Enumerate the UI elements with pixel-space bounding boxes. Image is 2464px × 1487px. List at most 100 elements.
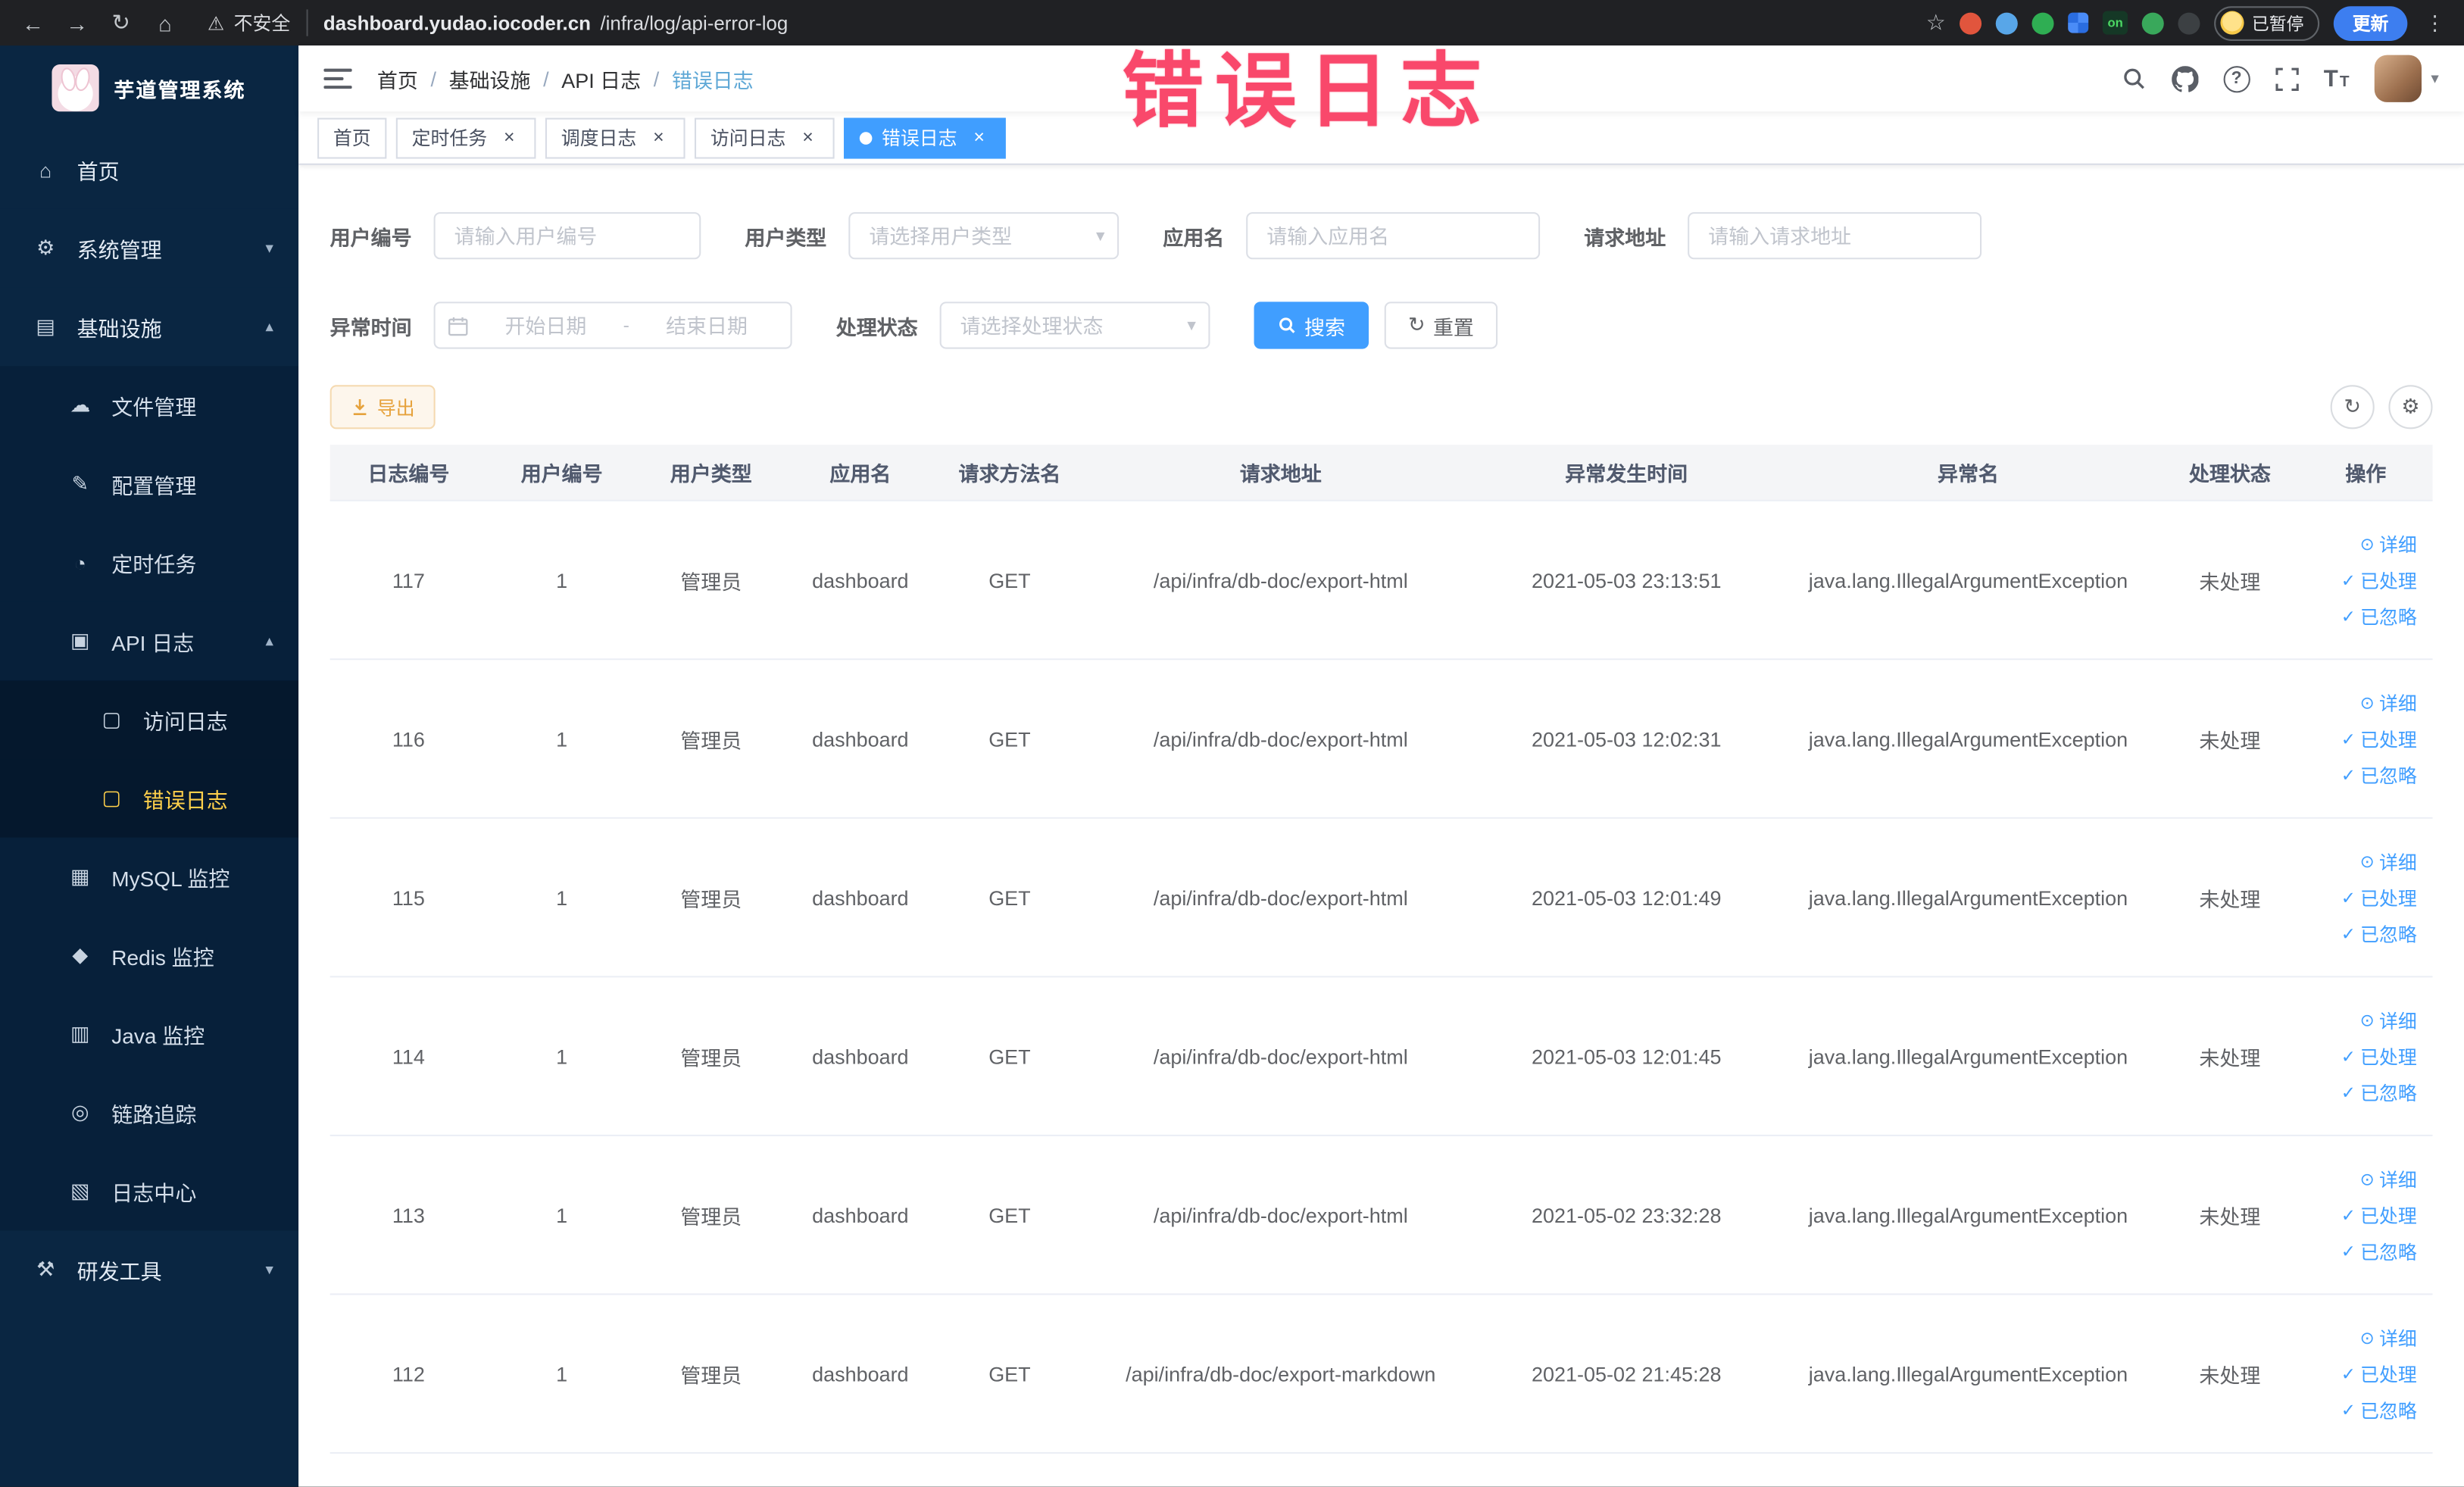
refresh-table-button[interactable]: ↻	[2330, 385, 2375, 430]
sidebar-item-trace[interactable]: ◎ 链路追踪	[0, 1073, 299, 1152]
extensions-menu-icon[interactable]	[2178, 11, 2200, 34]
tab-access-log[interactable]: 访问日志 ×	[695, 117, 835, 158]
mark-processed-link[interactable]: ✓ 已处理	[2341, 1201, 2417, 1228]
sidebar-item-java-monitor[interactable]: ▥ Java 监控	[0, 995, 299, 1073]
mark-processed-link[interactable]: ✓ 已处理	[2341, 725, 2417, 751]
eye-icon: ⊙	[2359, 535, 2375, 555]
tampermonkey-paused-badge[interactable]: 已暂停	[2214, 5, 2320, 40]
mark-ignored-link[interactable]: ✓ 已忽略	[2341, 603, 2417, 629]
error-log-table: 日志编号 用户编号 用户类型 应用名 请求方法名 请求地址 异常发生时间 异常名…	[329, 445, 2433, 1454]
tab-scheduled-tasks[interactable]: 定时任务 ×	[395, 117, 536, 158]
mark-ignored-link[interactable]: ✓ 已忽略	[2341, 1079, 2417, 1105]
detail-link[interactable]: ⊙ 详细	[2360, 689, 2417, 716]
github-icon[interactable]	[2171, 65, 2198, 92]
sidebar-item-api-logs[interactable]: ▣ API 日志 ▴	[0, 601, 299, 681]
extension-icon-blue[interactable]	[1996, 11, 2019, 34]
sidebar-item-home[interactable]: ⌂ 首页	[0, 130, 299, 209]
column-settings-button[interactable]: ⚙	[2388, 385, 2433, 430]
user-type-select-input[interactable]	[848, 212, 1120, 260]
eye-icon: ◎	[71, 1100, 89, 1124]
browser-menu-kebab-icon[interactable]: ⋮	[2422, 10, 2448, 35]
sidebar-toggle-button[interactable]	[323, 66, 352, 91]
close-icon[interactable]: ×	[648, 126, 670, 148]
sidebar-item-scheduled-tasks[interactable]: ◔ 定时任务	[0, 523, 299, 602]
reset-button[interactable]: ↻ 重置	[1384, 301, 1498, 349]
breadcrumb-item-home[interactable]: 首页	[377, 64, 418, 93]
breadcrumb-item-infrastructure[interactable]: 基础设施	[449, 64, 531, 93]
breadcrumb-item-api-logs[interactable]: API 日志	[561, 64, 641, 93]
browser-reload-button[interactable]: ↻	[104, 5, 139, 40]
fullscreen-icon[interactable]	[2275, 67, 2299, 90]
help-icon[interactable]: ?	[2222, 65, 2250, 92]
mark-ignored-link[interactable]: ✓ 已忽略	[2341, 920, 2417, 947]
column-header-actions: 操作	[2345, 461, 2387, 486]
mark-processed-link[interactable]: ✓ 已处理	[2341, 1043, 2417, 1070]
detail-link[interactable]: ⊙ 详细	[2360, 1324, 2417, 1351]
cell-request-url: /api/infra/db-doc/export-html	[1153, 1044, 1408, 1068]
date-range-picker[interactable]: -	[433, 301, 792, 349]
sidebar-item-file-management[interactable]: ☁ 文件管理	[0, 366, 299, 445]
breadcrumb-separator: /	[653, 67, 660, 91]
user-id-input[interactable]	[433, 212, 701, 260]
export-button[interactable]: 导出	[329, 385, 436, 430]
mark-processed-link[interactable]: ✓ 已处理	[2341, 567, 2417, 593]
browser-back-button[interactable]: ←	[16, 5, 51, 40]
sidebar-item-infrastructure[interactable]: ▤ 基础设施 ▴	[0, 287, 299, 367]
app-name-input[interactable]	[1246, 212, 1541, 260]
browser-forward-button[interactable]: →	[60, 5, 95, 40]
breadcrumb-separator: /	[430, 67, 436, 91]
sidebar-item-mysql-monitor[interactable]: ▦ MySQL 监控	[0, 837, 299, 917]
sidebar-item-system-management[interactable]: ⚙ 系统管理 ▾	[0, 208, 299, 288]
app-name-label: 应用名	[1163, 225, 1225, 249]
detail-link[interactable]: ⊙ 详细	[2360, 848, 2417, 874]
search-icon[interactable]	[2121, 66, 2146, 91]
user-type-select[interactable]: ▾	[848, 212, 1120, 260]
address-bar[interactable]: ⚠ 不安全 dashboard.yudao.iocoder.cn/infra/l…	[208, 9, 788, 36]
extension-icon-green[interactable]	[2031, 11, 2054, 34]
mark-ignored-link[interactable]: ✓ 已忽略	[2341, 1238, 2417, 1264]
close-icon[interactable]: ×	[797, 126, 819, 148]
request-url-input[interactable]	[1688, 212, 1982, 260]
detail-link[interactable]: ⊙ 详细	[2360, 530, 2417, 557]
extension-on-badge[interactable]: on	[2103, 11, 2128, 35]
extension-icon-red[interactable]	[1960, 11, 1982, 34]
sidebar-item-dev-tools[interactable]: ⚒ 研发工具 ▾	[0, 1230, 299, 1310]
start-date-input[interactable]	[474, 313, 617, 338]
close-icon[interactable]: ×	[968, 126, 990, 148]
sidebar-item-access-log[interactable]: ▢ 访问日志	[0, 680, 299, 760]
mark-processed-link[interactable]: ✓ 已处理	[2341, 1360, 2417, 1387]
sidebar-item-config-management[interactable]: ✎ 配置管理	[0, 445, 299, 523]
user-menu[interactable]: ▾	[2374, 55, 2439, 102]
tab-error-log[interactable]: 错误日志 ×	[844, 117, 1006, 158]
sidebar-item-error-log[interactable]: ▢ 错误日志	[0, 759, 299, 838]
app-logo[interactable]: 芋道管理系统	[0, 45, 298, 130]
tab-home[interactable]: 首页	[317, 117, 387, 158]
tab-schedule-log[interactable]: 调度日志 ×	[545, 117, 685, 158]
browser-update-button[interactable]: 更新	[2333, 5, 2408, 40]
font-size-icon[interactable]: TT	[2324, 65, 2350, 92]
toolbar-right: ↻ ⚙	[2330, 385, 2433, 430]
mark-ignored-link[interactable]: ✓ 已忽略	[2341, 1396, 2417, 1423]
end-date-input[interactable]	[636, 313, 778, 338]
column-header-exception-time: 异常发生时间	[1565, 461, 1688, 486]
process-status-select-input[interactable]	[939, 301, 1210, 349]
sidebar-item-label: 定时任务	[111, 553, 197, 577]
detail-link[interactable]: ⊙ 详细	[2360, 1165, 2417, 1192]
process-status-select[interactable]: ▾	[939, 301, 1210, 349]
search-button[interactable]: 搜索	[1254, 301, 1369, 349]
browser-home-button[interactable]: ⌂	[148, 5, 183, 40]
close-icon[interactable]: ×	[498, 126, 520, 148]
bookmark-star-icon[interactable]: ☆	[1926, 9, 1946, 36]
sidebar-item-label: 系统管理	[77, 239, 162, 263]
extension-icon-leaf[interactable]	[2141, 11, 2164, 34]
user-avatar	[2374, 55, 2422, 102]
app-root: 芋道管理系统 ⌂ 首页 ⚙ 系统管理 ▾ ▤ 基础设施 ▴ ☁ 文件管理 ✎ 配…	[0, 45, 2464, 1487]
sidebar-item-redis-monitor[interactable]: ◆ Redis 监控	[0, 916, 299, 995]
chevron-down-icon: ▾	[1096, 226, 1105, 246]
sidebar-item-log-center[interactable]: ▧ 日志中心	[0, 1151, 299, 1231]
refresh-icon: ↻	[1407, 312, 1426, 336]
extension-icon-grid[interactable]	[2068, 12, 2089, 33]
detail-link[interactable]: ⊙ 详细	[2360, 1007, 2417, 1033]
mark-ignored-link[interactable]: ✓ 已忽略	[2341, 761, 2417, 788]
mark-processed-link[interactable]: ✓ 已处理	[2341, 884, 2417, 911]
